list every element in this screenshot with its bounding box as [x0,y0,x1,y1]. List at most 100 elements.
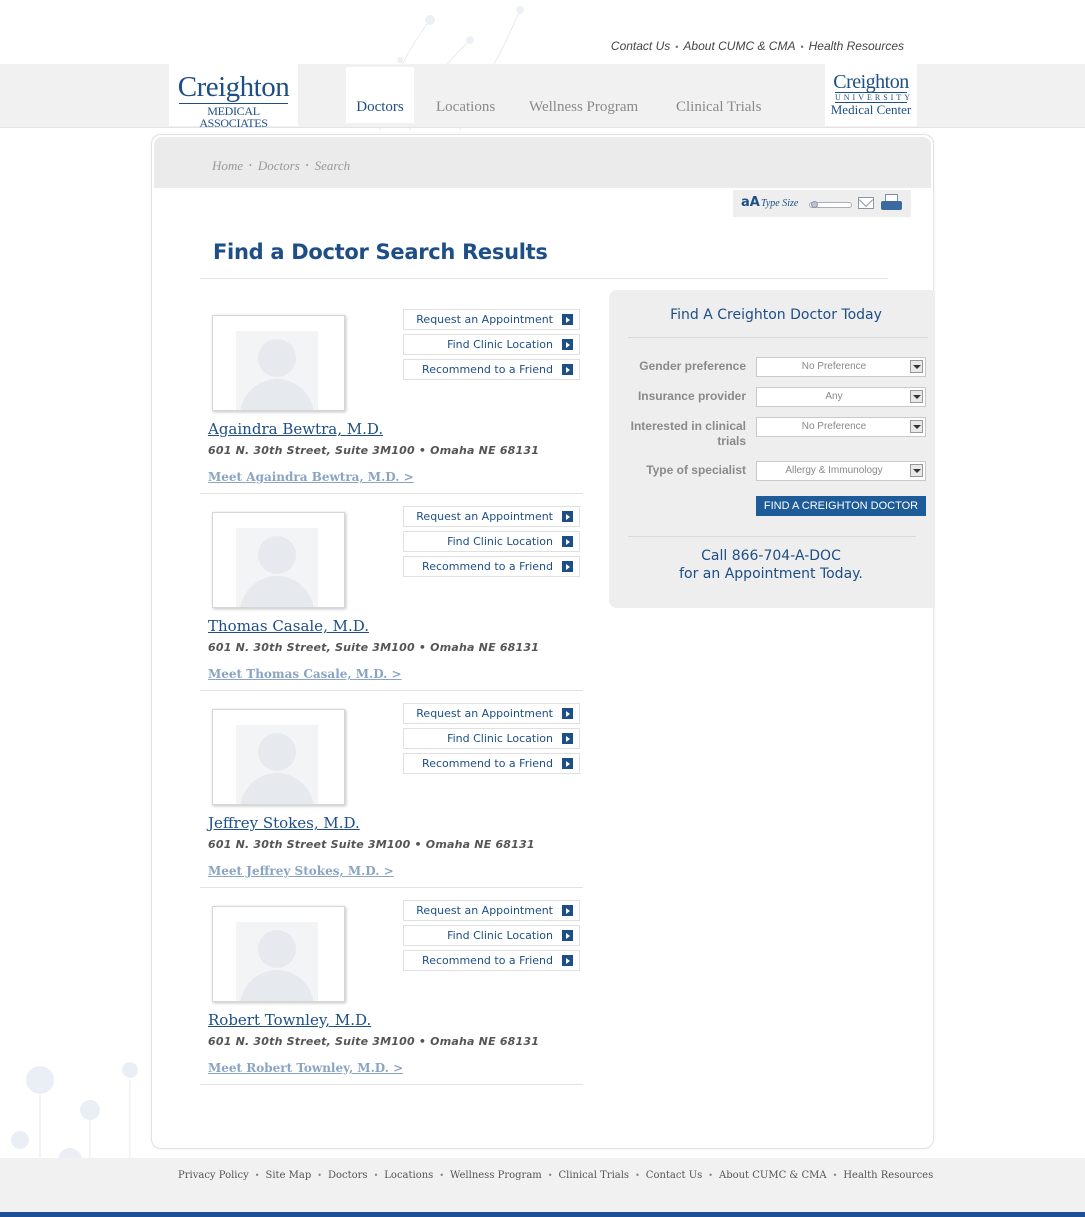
find-clinic-location-button[interactable]: Find Clinic Location [403,925,580,946]
chevron-down-icon [910,464,923,477]
arrow-right-icon [562,511,573,522]
arrow-right-icon [562,314,573,325]
nav-locations[interactable]: Locations [436,67,495,123]
doctor-photo-placeholder [212,906,345,1002]
divider [628,536,916,537]
email-icon[interactable] [858,197,874,209]
doctor-photo-placeholder [212,315,345,411]
find-clinic-location-button[interactable]: Find Clinic Location [403,531,580,552]
insurance-provider-select[interactable]: Any [756,387,926,407]
page-title: Find a Doctor Search Results [213,240,548,264]
footer-nav: Privacy Policy • Site Map • Doctors • Location… [178,1170,933,1181]
doctor-address: 601 N. 30th Street Suite 3M100 • Omaha N… [208,838,535,851]
utility-contact-link[interactable]: Contact Us [611,39,670,53]
doctor-address: 601 N. 30th Street, Suite 3M100 • Omaha … [208,1035,540,1048]
specialist-type-label: Type of specialist [646,463,746,477]
doctor-name-link[interactable]: Robert Townley, M.D. [208,1011,371,1029]
separator: • [305,161,309,170]
nav-doctors[interactable]: Doctors [346,67,414,123]
breadcrumb-doctors[interactable]: Doctors [258,158,300,173]
find-clinic-location-button[interactable]: Find Clinic Location [403,728,580,749]
divider [628,337,928,338]
recommend-friend-button[interactable]: Recommend to a Friend [403,753,580,774]
print-icon[interactable] [881,194,902,210]
meet-doctor-link[interactable]: Meet Againdra Bewtra, M.D. > [208,470,414,484]
type-size-label: Type Size [761,198,799,209]
separator: • [708,1171,713,1180]
find-creighton-doctor-button[interactable]: FIND A CREIGHTON DOCTOR [756,496,926,516]
arrow-right-icon [562,905,573,916]
insurance-provider-label: Insurance provider [637,389,746,403]
call-for-appointment: Call 866-704-A-DOC for an Appointment To… [616,547,926,583]
chevron-down-icon [910,390,923,403]
creighton-medical-associates-logo[interactable]: Creighton MEDICAL ASSOCIATES [169,64,298,129]
arrow-right-icon [562,930,573,941]
doctor-result: Request an Appointment Find Clinic Locat… [200,691,583,888]
separator: • [635,1171,640,1180]
call-line2: for an Appointment Today. [679,566,863,582]
separator: • [832,1171,838,1180]
request-appointment-button[interactable]: Request an Appointment [403,506,580,527]
find-clinic-location-button[interactable]: Find Clinic Location [403,334,580,355]
clinical-trials-select[interactable]: No Preference [756,417,926,437]
utility-about-link[interactable]: About CUMC & CMA [683,39,795,53]
footer-wellness-link[interactable]: Wellness Program [450,1170,542,1181]
slider-knob[interactable] [811,201,818,208]
chevron-down-icon [910,360,923,373]
footer-health-link[interactable]: Health Resources [843,1170,933,1181]
footer-locations-link[interactable]: Locations [384,1170,433,1181]
request-appointment-button[interactable]: Request an Appointment [403,703,580,724]
utility-nav: Contact Us • About CUMC & CMA • Health Resou… [0,39,904,53]
footer-contact-link[interactable]: Contact Us [646,1170,702,1181]
doctor-name-link[interactable]: Jeffrey Stokes, M.D. [208,814,360,832]
breadcrumb: Home • Doctors • Search [212,158,350,174]
doctor-address: 601 N. 30th Street, Suite 3M100 • Omaha … [208,444,540,457]
logo-right-line1: Creighton [833,71,909,93]
logo-left-line1: Creighton [177,71,290,103]
footer-band [0,1158,1085,1212]
footer-doctors-link[interactable]: Doctors [328,1170,368,1181]
meet-doctor-link[interactable]: Meet Jeffrey Stokes, M.D. > [208,864,394,878]
nav-clinical-trials[interactable]: Clinical Trials [676,67,761,123]
arrow-right-icon [562,561,573,572]
request-appointment-button[interactable]: Request an Appointment [403,900,580,921]
meet-doctor-link[interactable]: Meet Thomas Casale, M.D. > [208,667,402,681]
gender-preference-label: Gender preference [639,359,746,373]
footer-about-link[interactable]: About CUMC & CMA [719,1170,827,1181]
separator: • [800,42,804,52]
search-box-title: Find A Creighton Doctor Today [670,307,882,323]
chevron-down-icon [910,420,923,433]
doctor-photo-placeholder [212,512,345,608]
arrow-right-icon [562,339,573,350]
footer-sitemap-link[interactable]: Site Map [265,1170,311,1181]
doctor-name-link[interactable]: Thomas Casale, M.D. [208,617,369,635]
recommend-friend-button[interactable]: Recommend to a Friend [403,556,580,577]
recommend-friend-button[interactable]: Recommend to a Friend [403,950,580,971]
clinical-trials-label: Interested in clinical trials [630,419,746,448]
recommend-friend-button[interactable]: Recommend to a Friend [403,359,580,380]
separator: • [547,1171,553,1180]
page-tools: aA Type Size [733,190,911,217]
arrow-right-icon [562,536,573,547]
separator: • [675,42,679,52]
separator: • [317,1171,322,1180]
separator: • [254,1171,260,1180]
meet-doctor-link[interactable]: Meet Robert Townley, M.D. > [208,1061,403,1075]
arrow-right-icon [562,708,573,719]
nav-wellness-program[interactable]: Wellness Program [529,67,638,123]
type-size-slider[interactable] [809,201,852,208]
footer-privacy-link[interactable]: Privacy Policy [178,1170,249,1181]
arrow-right-icon [562,733,573,744]
creighton-university-medical-center-logo[interactable]: Creighton UNIVERSITY Medical Center [825,64,917,126]
doctor-name-link[interactable]: Againdra Bewtra, M.D. [208,420,383,438]
breadcrumb-home[interactable]: Home [212,158,243,173]
footer-bar [0,1212,1085,1217]
utility-health-link[interactable]: Health Resources [809,39,904,53]
divider [200,278,888,279]
specialist-type-select[interactable]: Allergy & Immunology [756,461,926,481]
doctor-address: 601 N. 30th Street, Suite 3M100 • Omaha … [208,641,540,654]
footer-trials-link[interactable]: Clinical Trials [559,1170,630,1181]
gender-preference-select[interactable]: No Preference [756,357,926,377]
request-appointment-button[interactable]: Request an Appointment [403,309,580,330]
doctor-result: Request an Appointment Find Clinic Locat… [200,297,583,494]
